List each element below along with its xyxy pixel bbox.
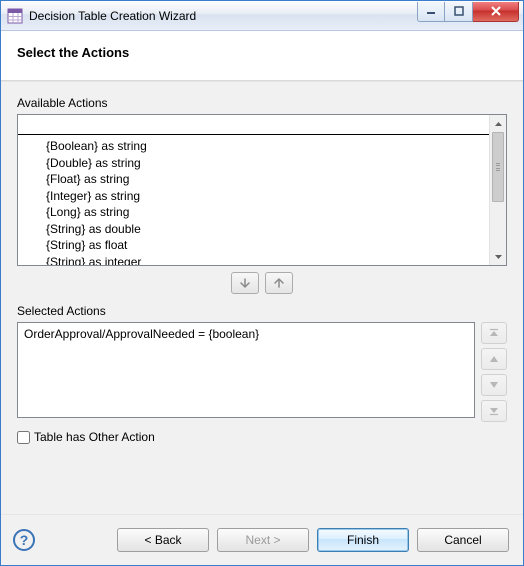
filter-row xyxy=(18,115,489,135)
available-items-viewport: {Boolean} as string{Double} as string{Fl… xyxy=(18,137,489,265)
list-item[interactable]: {Double} as string xyxy=(18,155,489,172)
cancel-button[interactable]: Cancel xyxy=(417,528,509,552)
reorder-buttons xyxy=(481,322,507,422)
scroll-down-button[interactable] xyxy=(490,248,506,265)
move-top-icon xyxy=(489,328,499,338)
maximize-button[interactable] xyxy=(445,2,473,22)
wizard-body: Available Actions {Boolean} as string{Do… xyxy=(1,81,523,515)
help-icon: ? xyxy=(20,532,29,548)
back-button[interactable]: < Back xyxy=(117,528,209,552)
list-item[interactable]: {Integer} as string xyxy=(18,188,489,205)
move-down-button[interactable] xyxy=(481,374,507,396)
other-action-label: Table has Other Action xyxy=(34,430,155,444)
window-controls xyxy=(417,2,519,22)
selected-actions-label: Selected Actions xyxy=(17,304,507,318)
move-top-button[interactable] xyxy=(481,322,507,344)
list-item[interactable]: {String} as integer xyxy=(18,254,489,266)
window-title: Decision Table Creation Wizard xyxy=(29,9,417,23)
move-bottom-button[interactable] xyxy=(481,400,507,422)
scroll-thumb[interactable] xyxy=(492,132,504,202)
minimize-button[interactable] xyxy=(417,2,445,22)
other-action-row[interactable]: Table has Other Action xyxy=(17,430,507,444)
triangle-up-icon xyxy=(489,354,499,364)
chevron-up-icon xyxy=(495,122,502,126)
available-actions-list[interactable]: {Boolean} as string{Double} as string{Fl… xyxy=(17,114,507,266)
add-action-button[interactable] xyxy=(231,272,259,294)
finish-button[interactable]: Finish xyxy=(317,528,409,552)
move-bottom-icon xyxy=(489,406,499,416)
scroll-up-button[interactable] xyxy=(490,115,506,132)
remove-action-button[interactable] xyxy=(265,272,293,294)
selected-actions-list[interactable]: OrderApproval/ApprovalNeeded = {boolean} xyxy=(17,322,475,418)
page-title: Select the Actions xyxy=(17,45,507,60)
next-button: Next > xyxy=(217,528,309,552)
other-action-checkbox[interactable] xyxy=(17,431,30,444)
wizard-banner: Select the Actions xyxy=(1,31,523,81)
selected-actions-row: OrderApproval/ApprovalNeeded = {boolean} xyxy=(17,322,507,422)
wizard-footer: ? < Back Next > Finish Cancel xyxy=(1,515,523,565)
maximize-icon xyxy=(454,6,464,16)
close-icon xyxy=(490,6,502,16)
close-button[interactable] xyxy=(473,2,519,22)
scroll-track[interactable] xyxy=(490,132,506,248)
available-actions-label: Available Actions xyxy=(17,96,507,110)
move-up-button[interactable] xyxy=(481,348,507,370)
list-item[interactable]: {Boolean} as string xyxy=(18,138,489,155)
chevron-down-icon xyxy=(495,255,502,259)
scrollbar[interactable] xyxy=(489,115,506,265)
wizard-window: Decision Table Creation Wizard Select th… xyxy=(0,0,524,566)
triangle-down-icon xyxy=(489,380,499,390)
title-bar: Decision Table Creation Wizard xyxy=(1,1,523,31)
arrow-up-icon xyxy=(273,277,285,289)
transfer-buttons xyxy=(17,272,507,294)
list-item[interactable]: OrderApproval/ApprovalNeeded = {boolean} xyxy=(24,327,468,341)
help-button[interactable]: ? xyxy=(13,529,35,551)
list-item[interactable]: {Float} as string xyxy=(18,171,489,188)
app-icon xyxy=(7,8,23,24)
list-item[interactable]: {String} as double xyxy=(18,221,489,238)
minimize-icon xyxy=(426,6,436,16)
list-item[interactable]: {Long} as string xyxy=(18,204,489,221)
list-item[interactable]: {String} as float xyxy=(18,237,489,254)
arrow-down-icon xyxy=(239,277,251,289)
filter-input[interactable] xyxy=(18,115,489,134)
